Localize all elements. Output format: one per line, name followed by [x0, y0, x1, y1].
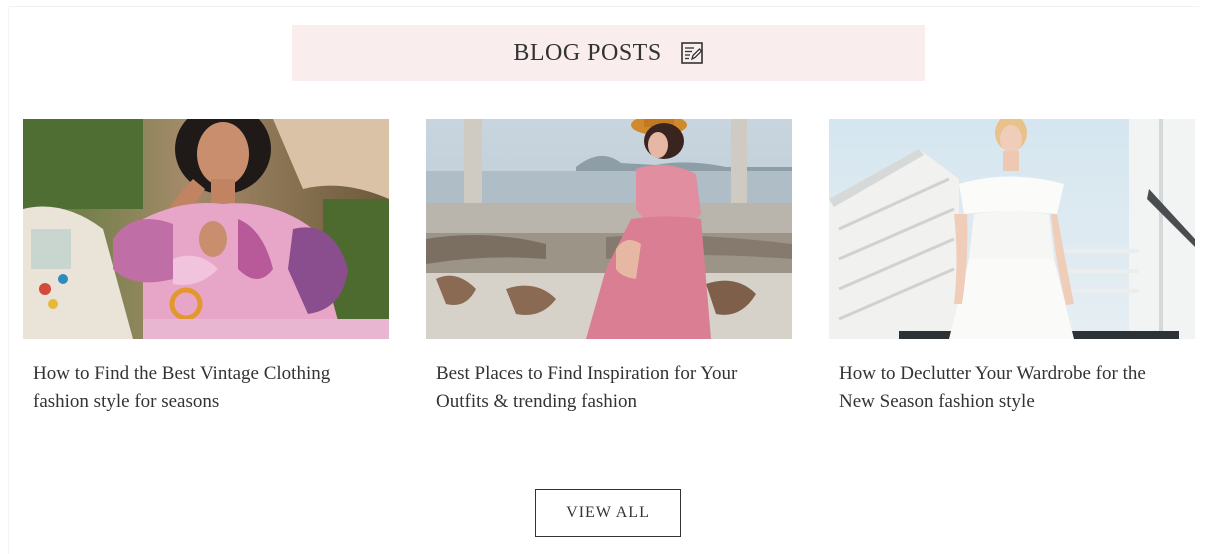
- note-edit-icon: [680, 41, 704, 65]
- section-left-divider: [8, 6, 9, 554]
- post-title[interactable]: How to Find the Best Vintage Clothing fa…: [33, 360, 373, 416]
- blog-post-card[interactable]: Best Places to Find Inspiration for Your…: [426, 119, 792, 416]
- post-thumbnail-declutter[interactable]: [829, 119, 1195, 339]
- view-all-button[interactable]: VIEW ALL: [535, 489, 681, 537]
- blog-post-card[interactable]: How to Find the Best Vintage Clothing fa…: [23, 119, 389, 416]
- post-thumbnail-inspiration[interactable]: [426, 119, 792, 339]
- blog-posts-section: BLOG POSTS How to Find the Best Vintage …: [0, 0, 1207, 554]
- section-heading-banner: BLOG POSTS: [292, 25, 925, 81]
- blog-post-card[interactable]: How to Declutter Your Wardrobe for the N…: [829, 119, 1195, 416]
- post-thumbnail-vintage[interactable]: [23, 119, 389, 339]
- post-title[interactable]: How to Declutter Your Wardrobe for the N…: [839, 360, 1179, 416]
- section-heading: BLOG POSTS: [513, 39, 662, 66]
- post-title[interactable]: Best Places to Find Inspiration for Your…: [436, 360, 776, 416]
- blog-post-list: How to Find the Best Vintage Clothing fa…: [23, 119, 1195, 419]
- section-top-divider: [8, 6, 1199, 7]
